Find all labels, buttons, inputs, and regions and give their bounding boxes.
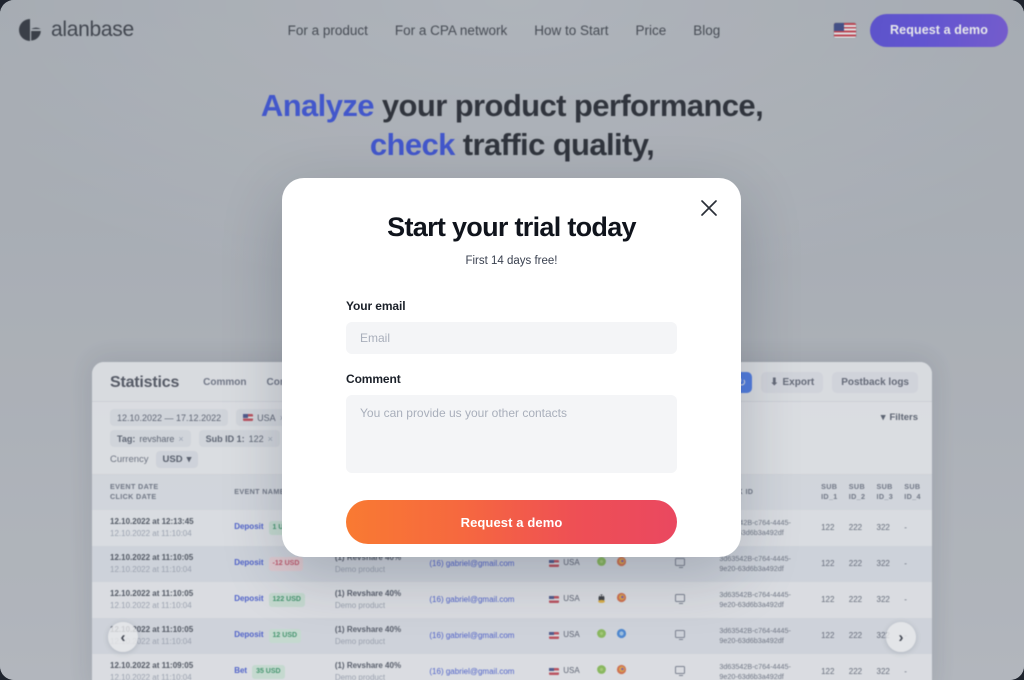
modal-title: Start your trial today (387, 212, 636, 242)
comment-field-label: Comment (346, 372, 401, 386)
email-field-label: Your email (346, 299, 406, 313)
request-demo-submit-button[interactable]: Request a demo (346, 500, 677, 544)
modal-subtitle: First 14 days free! (465, 255, 558, 267)
email-field[interactable] (346, 322, 677, 354)
trial-modal: Start your trial today First 14 days fre… (282, 178, 741, 557)
comment-field[interactable] (346, 395, 677, 473)
page-root: alanbase For a product For a CPA network… (0, 0, 1024, 680)
close-icon[interactable] (695, 194, 723, 222)
